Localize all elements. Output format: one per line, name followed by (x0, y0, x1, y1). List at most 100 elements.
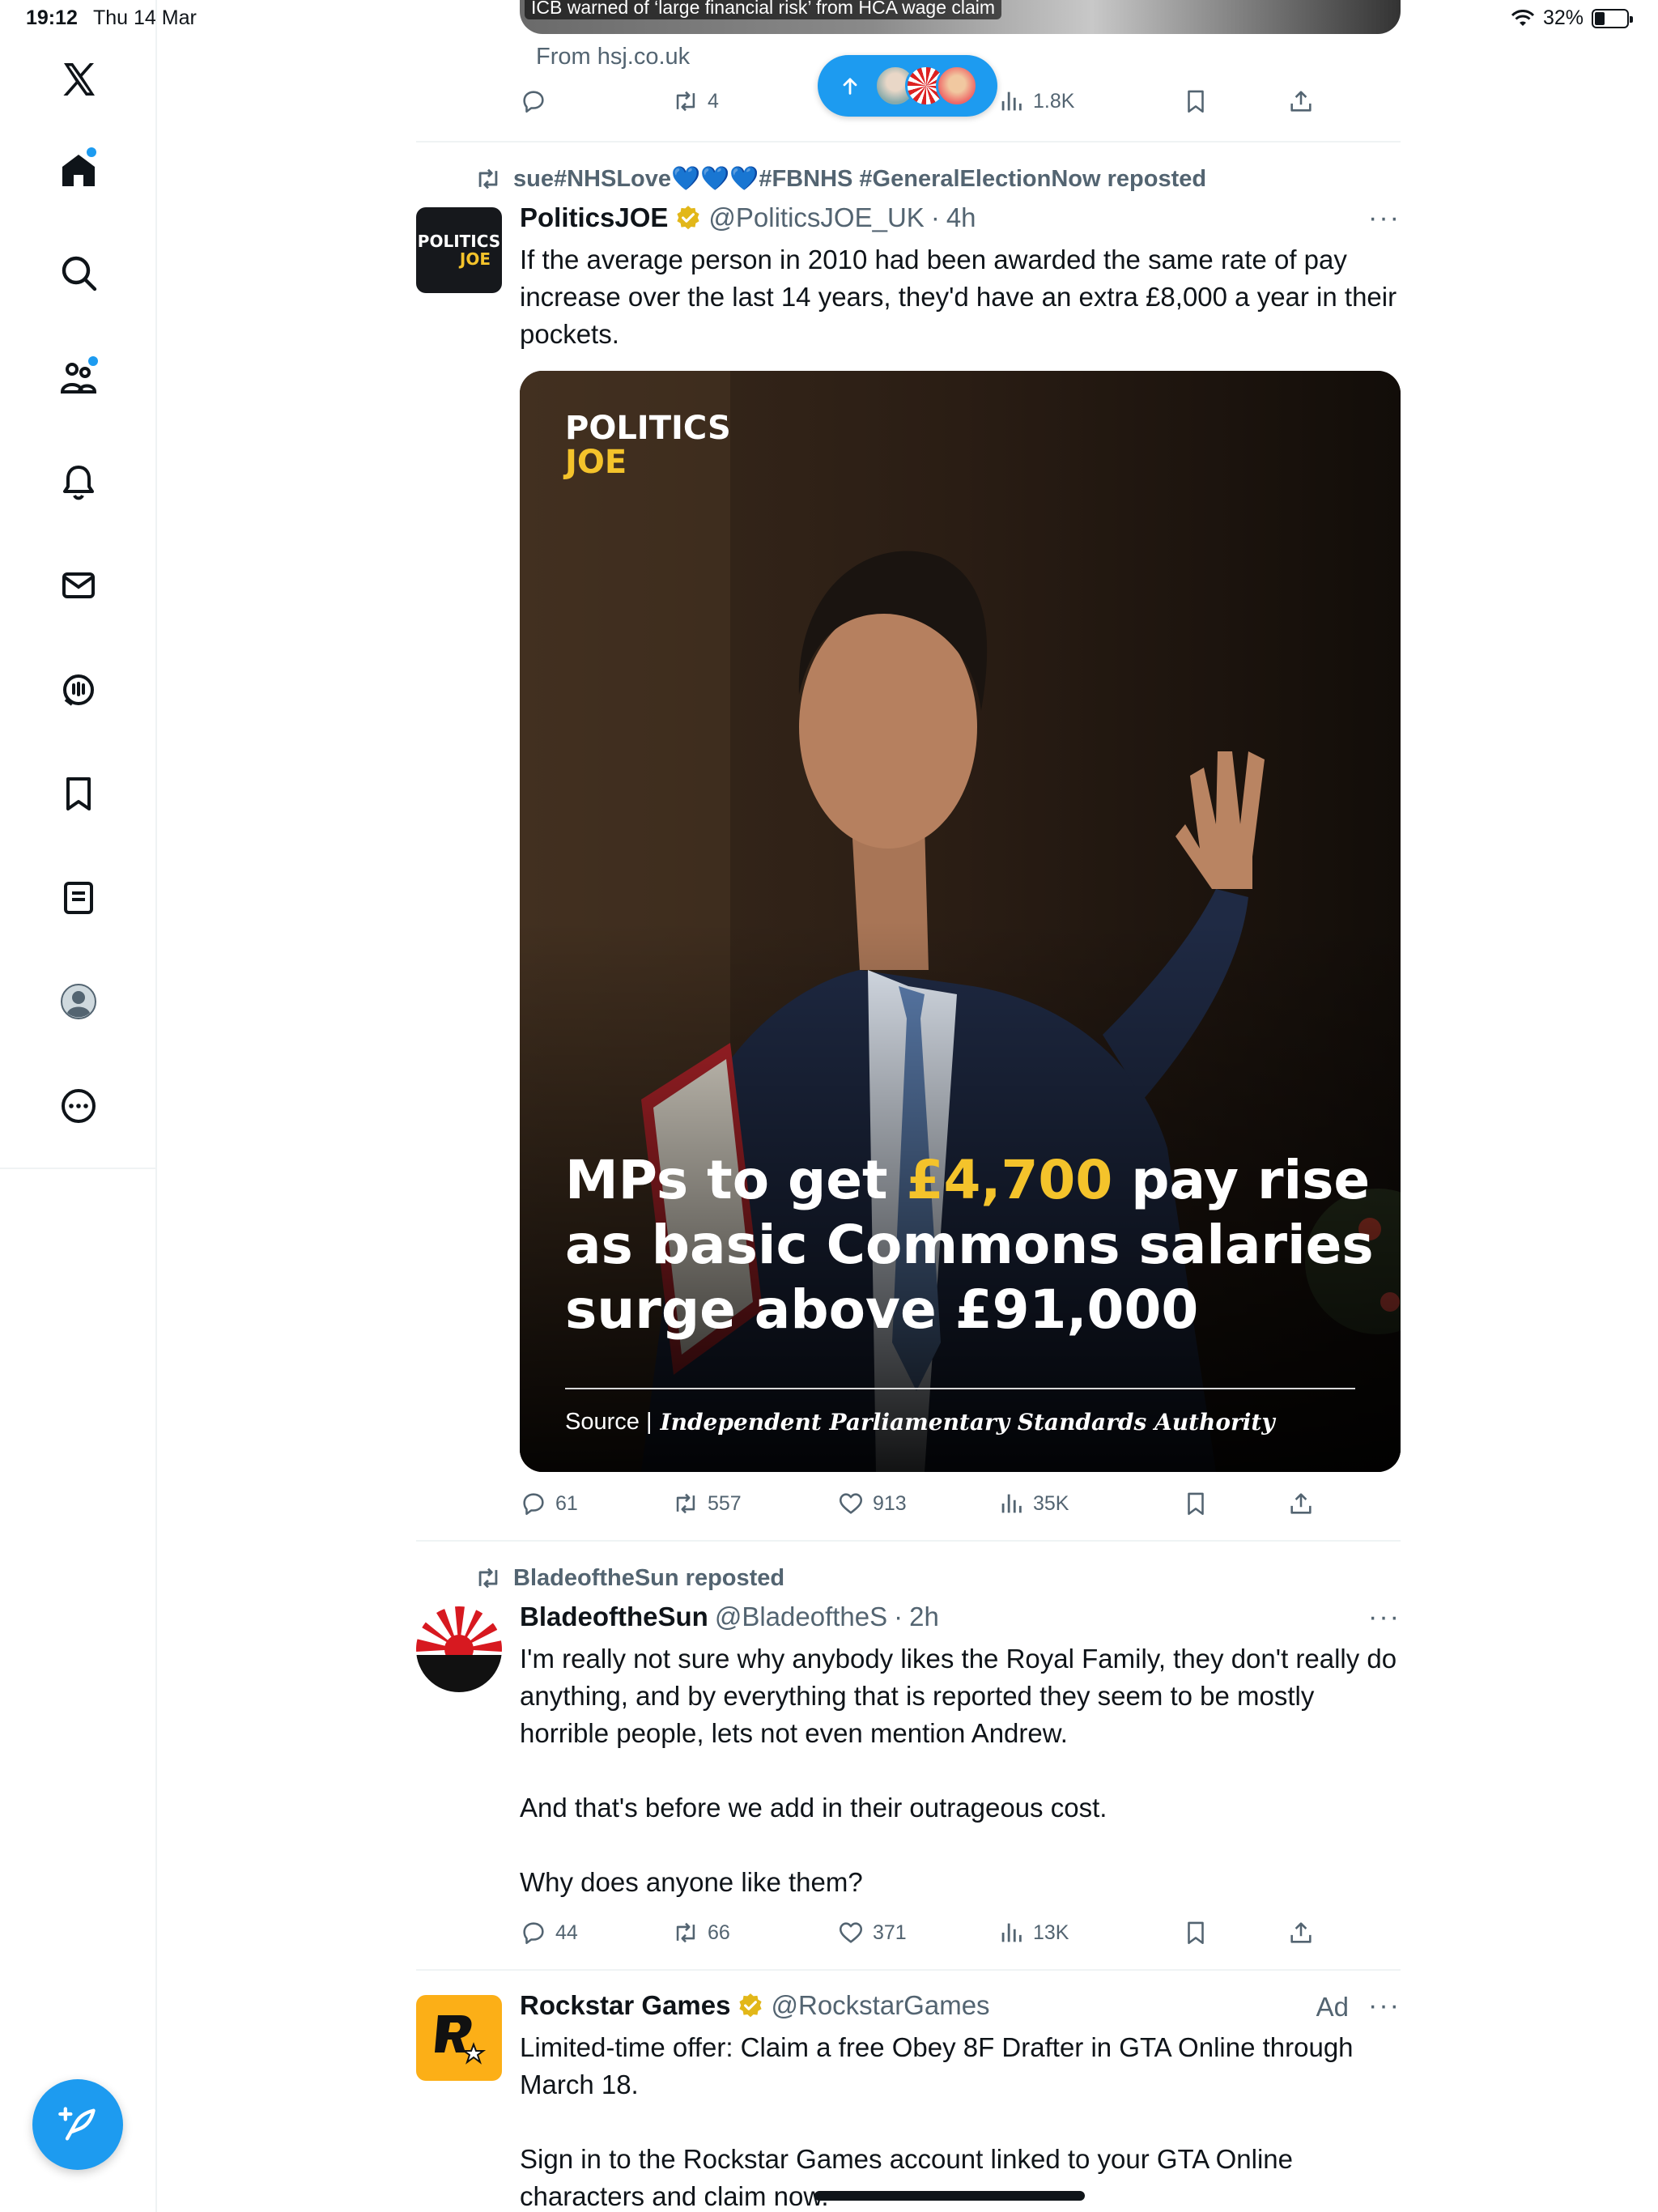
reply-icon (523, 91, 544, 113)
reply-button[interactable] (520, 81, 547, 121)
tweet-divider (416, 141, 1401, 143)
dot-separator: · (894, 1602, 903, 1631)
headline-line2: as basic Commons salaries (565, 1214, 1374, 1276)
tweet-header: BladeoftheSun @BladeoftheS · 2h (520, 1602, 939, 1632)
author-handle[interactable]: @BladeoftheS (715, 1602, 887, 1632)
repost-icon (676, 1922, 695, 1943)
sidebar-item-profile[interactable] (53, 976, 104, 1027)
sidebar-item-bookmarks[interactable] (53, 768, 104, 819)
media-source-divider (565, 1388, 1355, 1389)
new-posts-pill[interactable] (818, 55, 997, 117)
repost-context[interactable]: sue#NHSLove💙💙💙#FBNHS #GeneralElectionNow… (474, 165, 1206, 193)
timeline-feed[interactable]: ICB warned of ‘large financial risk’ fro… (416, 0, 1401, 2212)
sidebar-item-home[interactable] (53, 144, 104, 196)
rockstar-games-avatar[interactable] (416, 1995, 502, 2081)
reply-button[interactable]: 44 (520, 1912, 578, 1953)
home-indicator[interactable] (814, 2191, 1085, 2201)
wifi-icon (1511, 9, 1535, 26)
more-circle-icon (62, 1089, 96, 1123)
envelope-icon (62, 572, 95, 598)
repost-count: 557 (708, 1491, 742, 1515)
repost-count: 66 (708, 1921, 730, 1944)
media-logo-bottom: JOE (565, 444, 627, 481)
more-options-icon[interactable]: ··· (1368, 202, 1401, 234)
repost-icon (676, 1493, 695, 1514)
repost-button[interactable]: 557 (672, 1483, 742, 1524)
avatar-logo-top: POLITICS (417, 232, 501, 251)
author-handle[interactable]: @PoliticsJOE_UK (708, 202, 924, 233)
headline-line1-post: pay rise (1112, 1149, 1371, 1211)
bookmark-button[interactable] (1182, 1483, 1209, 1524)
ad-label: Ad (1316, 1992, 1349, 2022)
sidebar-item-grok[interactable] (53, 664, 104, 716)
author-name[interactable]: PoliticsJOE (520, 202, 668, 233)
views-button[interactable]: 13K (997, 1912, 1069, 1953)
compose-feather-icon (58, 2107, 96, 2141)
reply-icon (523, 1493, 544, 1516)
views-count: 13K (1033, 1921, 1069, 1944)
share-button[interactable] (1287, 1483, 1315, 1524)
like-button[interactable]: 371 (837, 1912, 907, 1953)
media-headline: MPs to get £4,700 pay rise as basic Comm… (565, 1148, 1375, 1342)
views-button[interactable]: 35K (997, 1483, 1069, 1524)
share-button[interactable] (1287, 1912, 1315, 1953)
tweet-text: Limited-time offer: Claim a free Obey 8F… (520, 2032, 1354, 2211)
politicsjoe-avatar[interactable]: POLITICS JOE (416, 207, 502, 293)
status-indicators: 32% (1511, 6, 1633, 30)
reply-count: 44 (555, 1921, 578, 1944)
sidebar-item-notifications[interactable] (53, 456, 104, 508)
sidebar-item-lists[interactable] (53, 872, 104, 924)
sidebar-item-communities[interactable] (53, 351, 104, 403)
like-button[interactable]: 913 (837, 1483, 907, 1524)
repost-count: 4 (708, 89, 719, 113)
rising-sun-avatar-image (416, 1606, 502, 1692)
headline-pre: MPs to get (565, 1149, 907, 1211)
repost-button[interactable]: 66 (672, 1912, 730, 1953)
search-icon (62, 256, 97, 291)
headline-line3: surge above £91,000 (565, 1278, 1199, 1341)
repost-icon (676, 91, 695, 112)
sidebar-divider (0, 1168, 157, 1169)
like-count: 371 (873, 1921, 907, 1944)
like-count: 913 (873, 1491, 907, 1515)
bladeofthesun-avatar[interactable] (416, 1606, 502, 1692)
sidebar-item-search[interactable] (53, 247, 104, 299)
communities-notification-dot (88, 356, 98, 366)
sidebar-item-more[interactable] (53, 1080, 104, 1132)
tweet-text: I'm really not sure why anybody likes th… (520, 1644, 1397, 1897)
repost-context[interactable]: BladeoftheSun reposted (474, 1564, 784, 1592)
reposted-by-label: sue#NHSLove💙💙💙#FBNHS #GeneralElectionNow… (513, 166, 1207, 192)
bookmark-icon (1188, 1921, 1204, 1945)
share-icon (1290, 1922, 1312, 1943)
tweet-actions: 61 557 913 35K (520, 1483, 1401, 1524)
bookmark-button[interactable] (1182, 1912, 1209, 1953)
repost-icon (478, 168, 498, 189)
tweet-media-image[interactable]: POLITICS JOE MPs to get £4,700 pay rise … (520, 371, 1401, 1472)
more-options-icon[interactable]: ··· (1368, 1602, 1401, 1633)
tweet-time[interactable]: 2h (909, 1602, 939, 1632)
sidebar-item-messages[interactable] (53, 559, 104, 611)
views-count: 35K (1033, 1491, 1069, 1515)
author-name[interactable]: Rockstar Games (520, 1990, 730, 2021)
compose-post-button[interactable] (32, 2079, 123, 2170)
bell-icon (63, 466, 94, 500)
author-handle[interactable]: @RockstarGames (771, 1990, 989, 2021)
link-card-source[interactable]: From hsj.co.uk (536, 44, 690, 70)
share-button[interactable] (1287, 81, 1315, 121)
author-name[interactable]: BladeoftheSun (520, 1602, 708, 1632)
avatar (936, 65, 978, 107)
avatar-logo-bottom: JOE (459, 249, 491, 269)
reply-icon (523, 1922, 544, 1945)
bookmark-button[interactable] (1182, 81, 1209, 121)
tweet-actions: 44 66 371 13K (520, 1912, 1401, 1953)
views-button[interactable]: 1.8K (997, 81, 1074, 121)
more-options-icon[interactable]: ··· (1368, 1990, 1401, 2022)
views-chart-icon (1001, 1494, 1022, 1513)
x-logo-icon[interactable] (53, 53, 104, 105)
reply-button[interactable]: 61 (520, 1483, 578, 1524)
reply-count: 61 (555, 1491, 578, 1515)
source-label: Source | (565, 1409, 653, 1435)
media-source: Source | Independent Parliamentary Stand… (565, 1409, 1275, 1436)
tweet-time[interactable]: 4h (946, 202, 976, 233)
repost-button[interactable]: 4 (672, 81, 719, 121)
